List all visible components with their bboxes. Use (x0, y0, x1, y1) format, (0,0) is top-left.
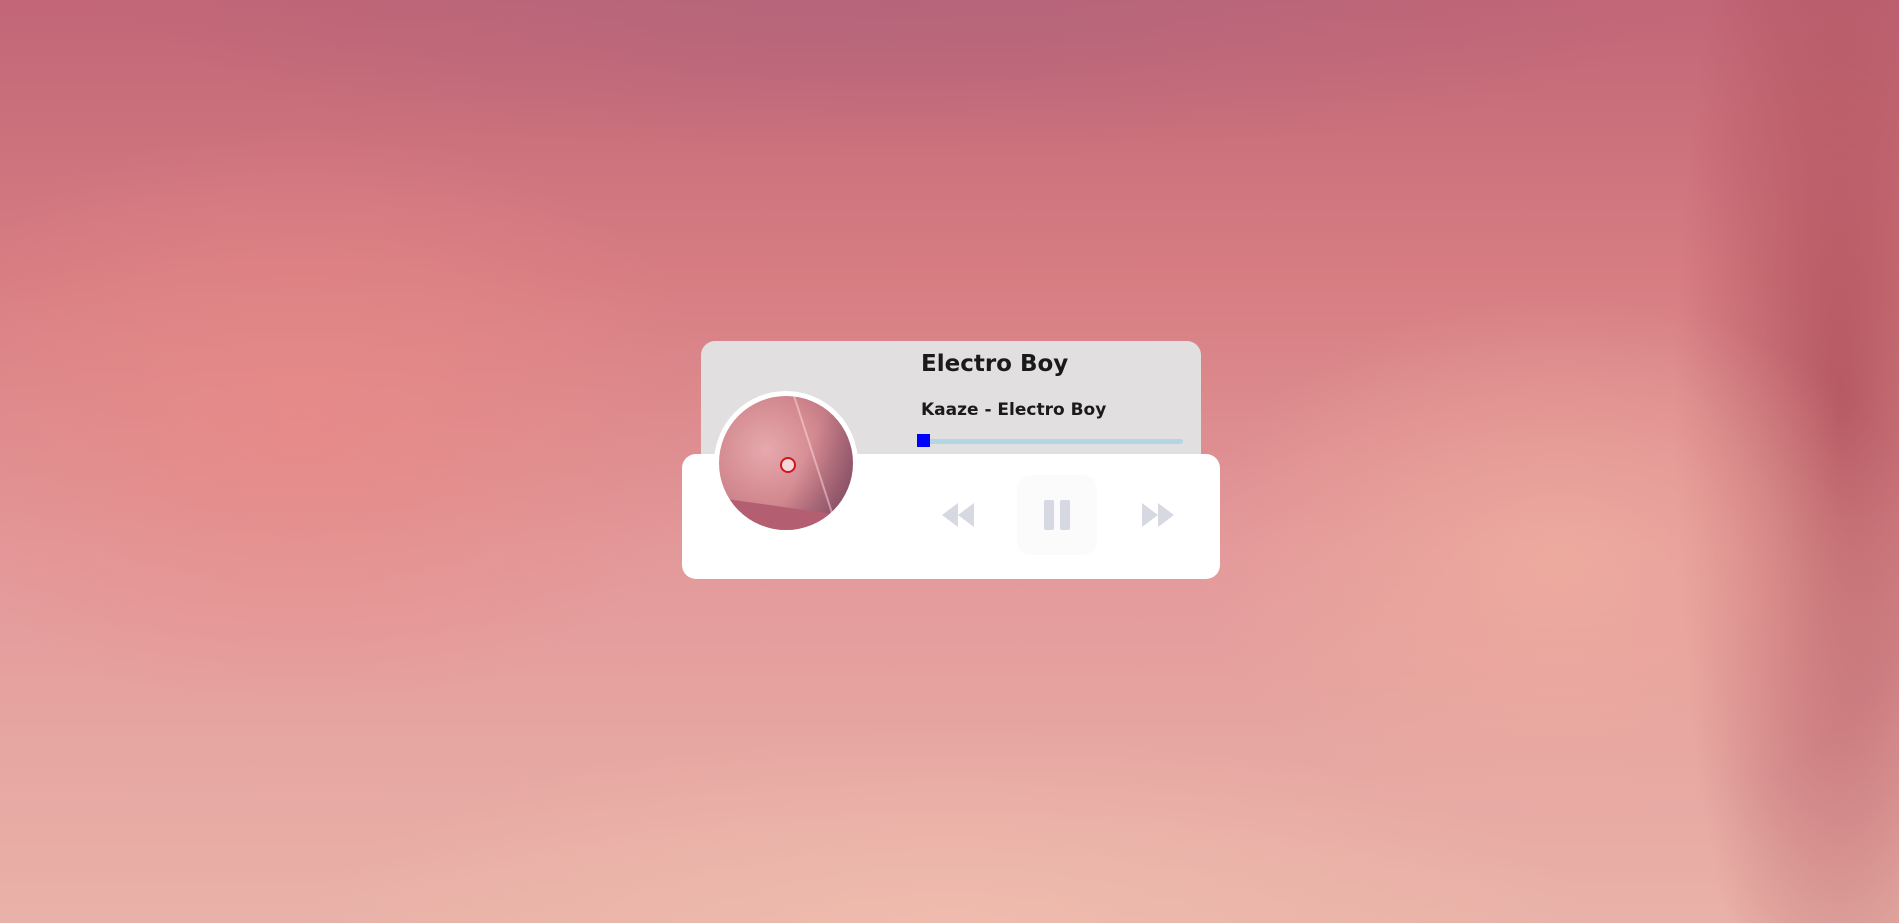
progress-bar[interactable] (917, 434, 1183, 447)
music-player: Electro Boy Kaaze - Electro Boy (682, 341, 1220, 579)
pause-button[interactable] (1017, 475, 1097, 555)
progress-handle[interactable] (917, 434, 930, 447)
next-button[interactable] (1118, 475, 1198, 555)
album-art[interactable] (714, 391, 858, 535)
track-title: Electro Boy (921, 351, 1069, 377)
track-subtitle: Kaaze - Electro Boy (921, 400, 1107, 420)
backward-icon (942, 503, 974, 527)
forward-icon (1142, 503, 1174, 527)
album-cover-image (719, 396, 853, 530)
disc-center-icon (780, 457, 796, 473)
pause-icon (1044, 500, 1070, 530)
previous-button[interactable] (918, 475, 998, 555)
